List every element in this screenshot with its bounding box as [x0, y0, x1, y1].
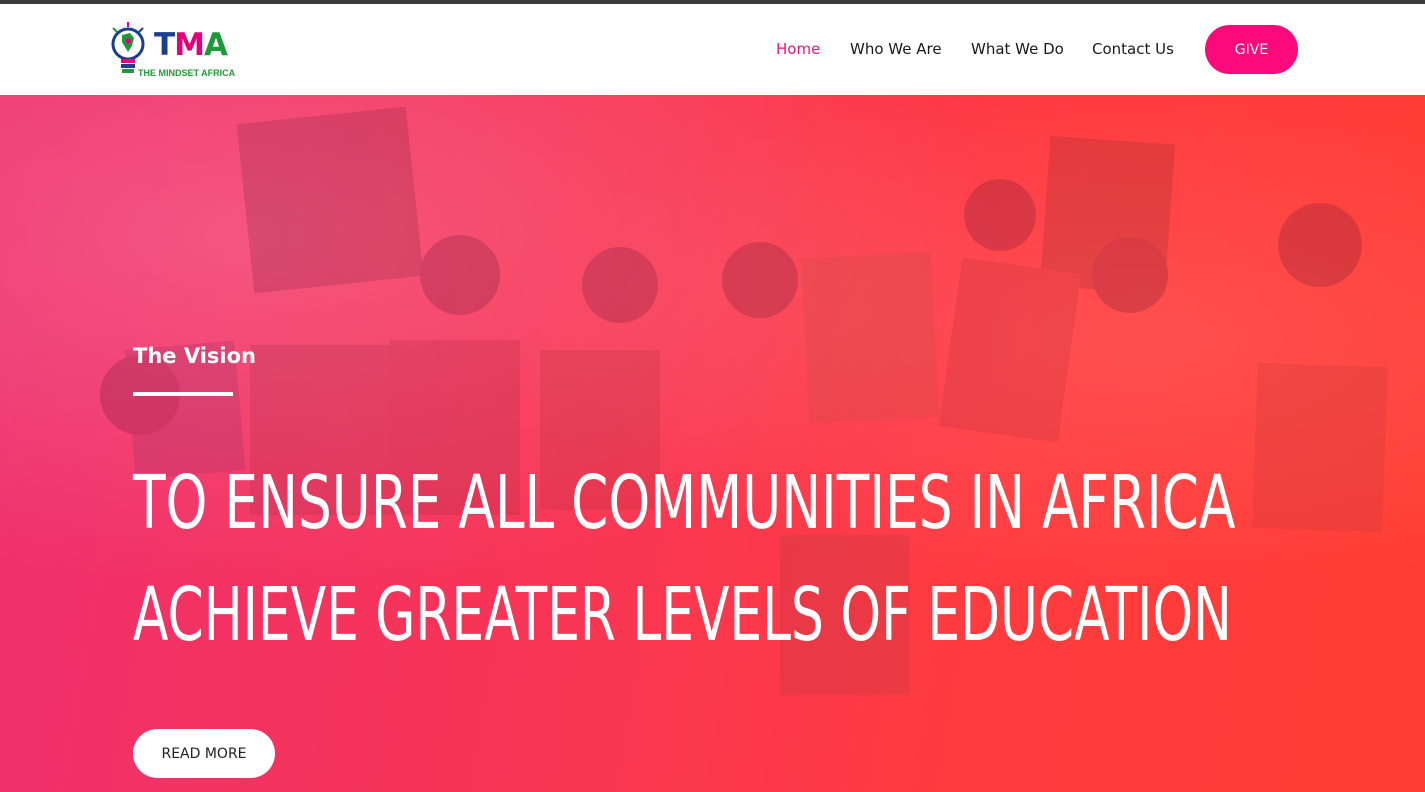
hero-background-photo — [100, 106, 1388, 695]
hero-headline: TO ENSURE ALL COMMUNITIES IN AFRICA ACHI… — [133, 447, 1313, 671]
hero-banner: The Vision TO ENSURE ALL COMMUNITIES IN … — [0, 95, 1425, 792]
hero-kicker: The Vision — [133, 344, 256, 368]
nav-item-what-we-do[interactable]: What We Do — [971, 40, 1064, 58]
nav-item-contact-us[interactable]: Contact Us — [1092, 40, 1174, 58]
logo-letter-t: T — [154, 27, 175, 63]
give-button[interactable]: GIVE — [1205, 25, 1298, 74]
nav-item-who-we-are[interactable]: Who We Are — [850, 40, 942, 58]
logo-letter-a: A — [204, 27, 228, 63]
hero-headline-line-1: TO ENSURE ALL COMMUNITIES IN AFRICA — [133, 460, 1236, 546]
site-logo[interactable]: TMA THE MINDSET AFRICA — [110, 22, 250, 80]
logo-wordmark: TMA — [154, 27, 228, 63]
site-header: TMA THE MINDSET AFRICA Home Who We Are W… — [0, 4, 1425, 95]
logo-subtitle: THE MINDSET AFRICA — [138, 68, 236, 78]
logo-letter-m: M — [174, 27, 205, 63]
hero-divider — [133, 392, 233, 396]
read-more-button[interactable]: READ MORE — [133, 729, 275, 778]
hero-headline-line-2: ACHIEVE GREATER LEVELS OF EDUCATION — [133, 572, 1232, 658]
nav-item-home[interactable]: Home — [776, 40, 820, 58]
